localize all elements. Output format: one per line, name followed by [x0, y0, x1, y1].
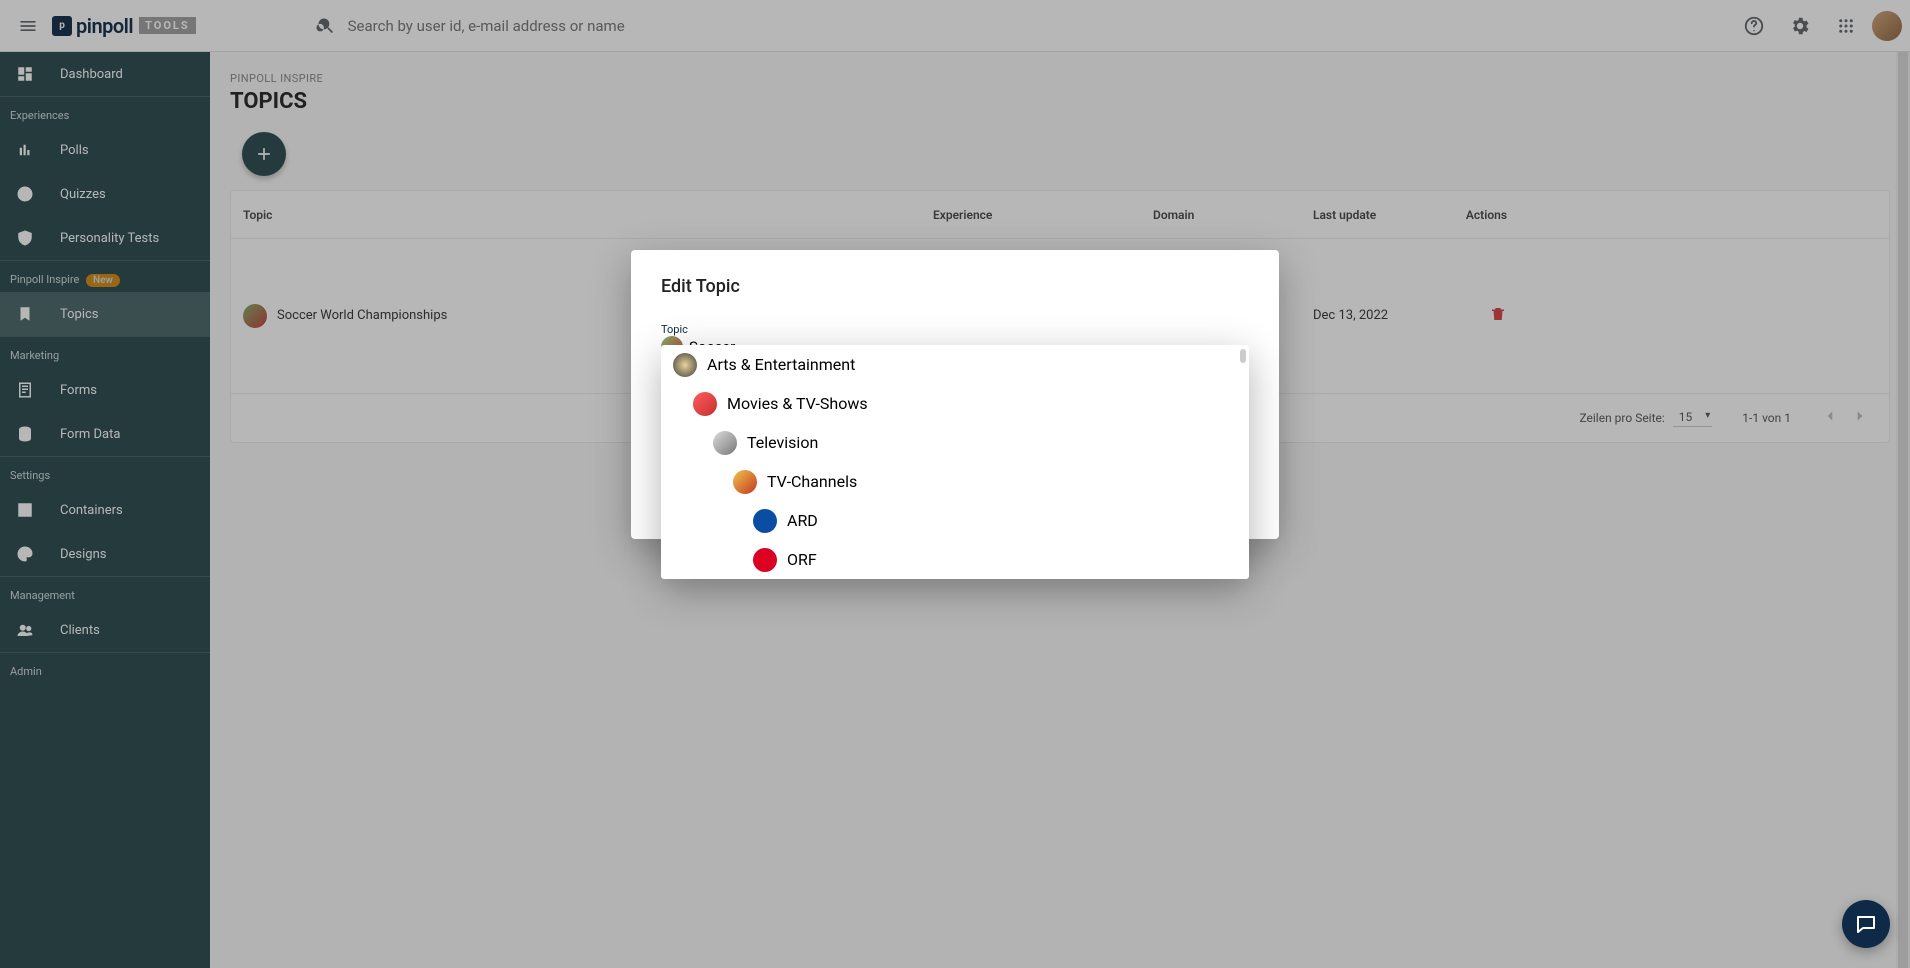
option-label: TV-Channels — [767, 472, 857, 491]
dropdown-option[interactable]: Movies & TV-Shows — [661, 384, 1249, 423]
topic-dropdown-list: Arts & Entertainment Movies & TV-Shows Tel… — [661, 345, 1249, 579]
option-icon — [753, 509, 777, 533]
modal-scrim[interactable]: Edit Topic Topic ▲ REMOVE TOPIC SAVE Art… — [0, 0, 1910, 968]
dropdown-option[interactable]: Arts & Entertainment — [661, 345, 1249, 384]
chat-icon — [1854, 912, 1878, 936]
chat-widget-button[interactable] — [1842, 900, 1890, 948]
option-icon — [753, 548, 777, 572]
option-icon — [673, 353, 697, 377]
option-label: Arts & Entertainment — [707, 355, 855, 374]
option-icon — [693, 392, 717, 416]
option-label: Television — [747, 433, 818, 452]
option-icon — [733, 470, 757, 494]
option-label: ARD — [787, 511, 818, 530]
dialog-title: Edit Topic — [661, 276, 1249, 297]
option-icon — [713, 431, 737, 455]
dropdown-option[interactable]: TV-Channels — [661, 462, 1249, 501]
option-label: ORF — [787, 550, 817, 569]
option-label: Movies & TV-Shows — [727, 394, 868, 413]
dropdown-option[interactable]: ARD — [661, 501, 1249, 540]
topic-field-label: Topic — [661, 323, 1249, 336]
dropdown-option[interactable]: Television — [661, 423, 1249, 462]
dropdown-option[interactable]: ORF — [661, 540, 1249, 579]
dropdown-scrollbar[interactable] — [1240, 349, 1246, 363]
